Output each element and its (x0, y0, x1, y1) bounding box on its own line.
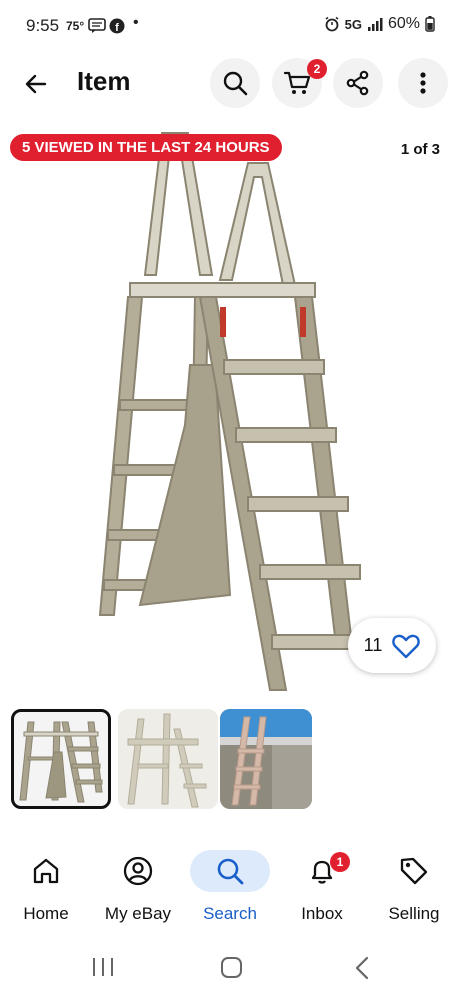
thumbnail-2[interactable] (118, 709, 218, 809)
watch-button[interactable]: 11 (348, 618, 436, 673)
watch-count: 11 (363, 635, 383, 655)
share-icon (346, 70, 369, 96)
bottom-navigation: Home My eBay Search 1 Inbox Selling (0, 838, 461, 938)
inbox-badge: 1 (330, 852, 350, 872)
nav-label: Inbox (301, 904, 343, 923)
viewed-count-banner: 5 VIEWED IN THE LAST 24 HOURS (10, 134, 282, 161)
search-icon (223, 71, 248, 96)
status-time: 9:55 (26, 16, 60, 35)
nav-selling[interactable]: Selling (368, 838, 460, 938)
system-navigation-bar (0, 940, 461, 1000)
thumbnail-image (118, 709, 218, 809)
main-product-image[interactable] (90, 125, 375, 700)
status-indicators: 5G 60% (324, 15, 435, 33)
thumbnail-3[interactable] (220, 709, 312, 809)
search-button[interactable] (210, 58, 260, 108)
nav-label: Search (203, 904, 257, 923)
warning-label (300, 307, 306, 337)
nav-inbox[interactable]: 1 Inbox (276, 838, 368, 938)
nav-label: My eBay (104, 904, 172, 923)
search-icon (217, 858, 244, 885)
more-options-button[interactable] (398, 58, 448, 108)
status-bar: 9:55 75° f • 5G 60% (0, 0, 461, 52)
svg-text:f: f (115, 22, 119, 34)
app-bar: Item 2 (0, 52, 461, 114)
tag-icon (400, 857, 428, 885)
user-icon (123, 856, 153, 886)
facebook-icon: f (109, 18, 125, 34)
back-button[interactable] (14, 62, 58, 106)
image-counter: 1 of 3 (400, 141, 440, 158)
nav-search[interactable]: Search (184, 838, 276, 938)
page-title: Item (77, 66, 131, 96)
nav-home[interactable]: Home (0, 838, 92, 938)
notification-dot-icon: • (133, 14, 139, 31)
home-button-icon[interactable] (219, 955, 245, 981)
system-back-icon[interactable] (352, 955, 372, 981)
nav-label: Selling (388, 904, 440, 923)
arrow-left-icon (25, 74, 47, 94)
home-icon (33, 858, 59, 884)
cart-button[interactable]: 2 (272, 58, 327, 108)
recent-apps-icon[interactable] (90, 956, 116, 978)
battery-percent: 60% (387, 15, 420, 32)
network-type: 5G (344, 16, 362, 32)
thumbnail-1[interactable] (11, 709, 111, 809)
warning-label (220, 307, 226, 337)
alarm-icon (325, 16, 339, 32)
cart-icon (283, 71, 311, 94)
cart-count-badge: 2 (307, 59, 327, 79)
battery-icon (425, 16, 435, 32)
nav-label: Home (23, 904, 69, 923)
nav-my-ebay[interactable]: My eBay (92, 838, 184, 938)
thumbnail-image (19, 721, 103, 803)
share-button[interactable] (333, 58, 383, 108)
heart-icon (392, 634, 421, 658)
status-temperature: 75° (66, 19, 85, 33)
more-vertical-icon (420, 72, 426, 94)
signal-icon (367, 18, 383, 31)
thumbnail-image (220, 709, 312, 809)
message-icon (88, 18, 106, 33)
